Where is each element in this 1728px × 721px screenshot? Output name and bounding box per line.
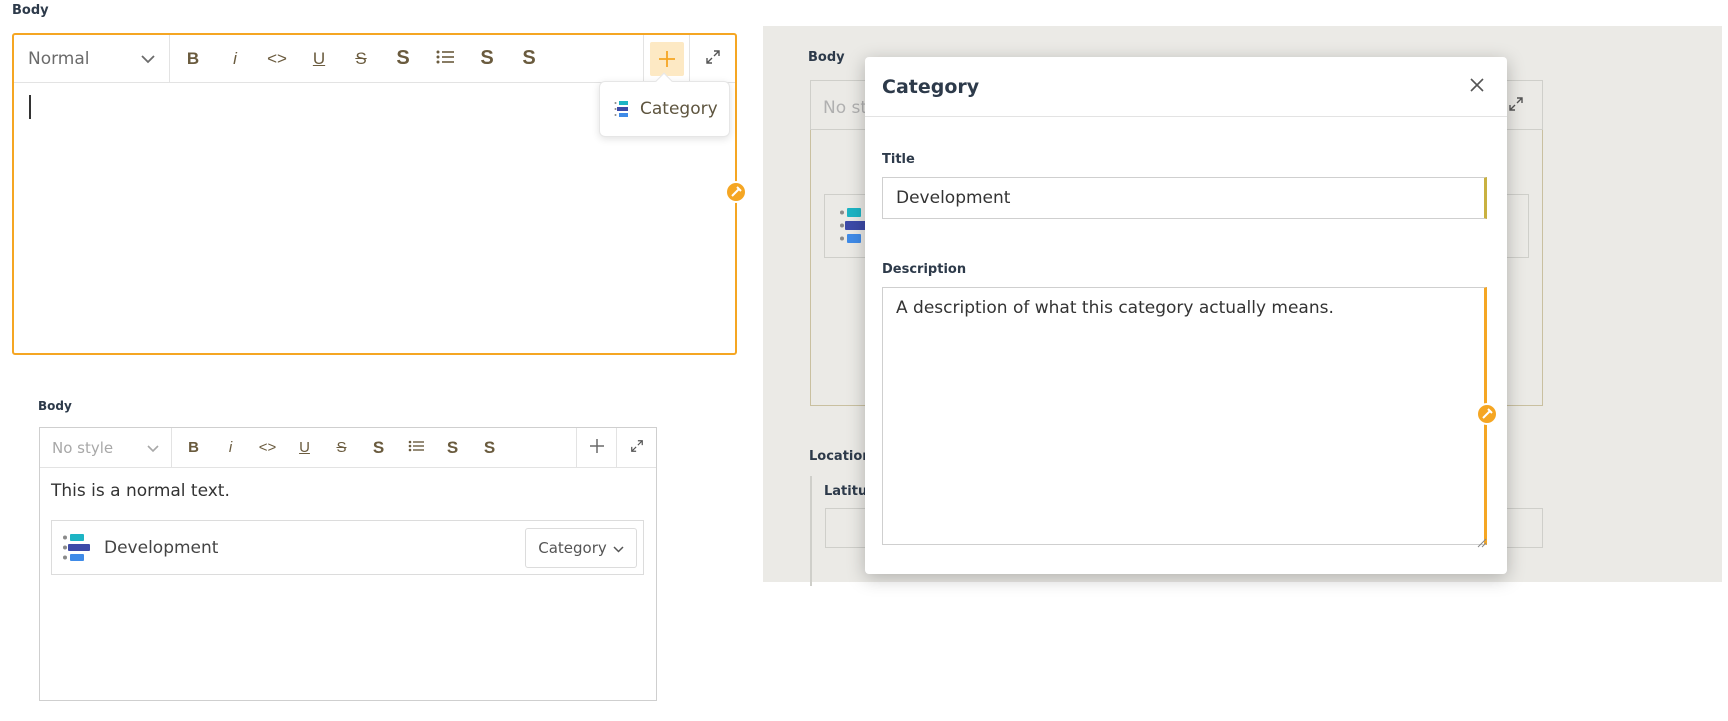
category-dropdown-label: Category	[538, 539, 607, 557]
title-field-label: Title	[882, 152, 915, 167]
bg-expand-icon	[1508, 96, 1524, 116]
category-icon	[62, 532, 92, 564]
description-textarea[interactable]: A description of what this category actu…	[882, 287, 1487, 545]
editor2-label: Body	[38, 399, 72, 413]
editor1-label: Body	[12, 3, 49, 18]
modal-header: Category	[865, 57, 1507, 117]
expand-icon	[630, 439, 644, 457]
pencil-icon	[1482, 408, 1493, 419]
bold-button[interactable]: B	[172, 35, 214, 83]
insert-popover: Category	[599, 72, 730, 137]
textarea-grip-icon[interactable]	[1477, 533, 1487, 552]
italic-button[interactable]: i	[212, 428, 249, 468]
category-icon	[614, 100, 630, 118]
style-select-placeholder: No style	[52, 438, 114, 457]
bullet-list-button[interactable]	[397, 428, 434, 468]
close-button[interactable]	[1465, 73, 1489, 97]
code-button[interactable]: <>	[249, 428, 286, 468]
bullet-list-button[interactable]	[424, 35, 466, 83]
plus-icon	[649, 42, 684, 76]
category-name: Development	[104, 537, 219, 558]
style-s-button-2[interactable]: S	[466, 35, 508, 83]
style-select[interactable]: No style	[40, 428, 172, 467]
chevron-down-icon	[613, 539, 624, 557]
bullet-list-icon	[436, 49, 454, 69]
rich-text-editor[interactable]: No style B i <> U S S S S This is a norm…	[39, 427, 657, 701]
chevron-down-icon	[147, 439, 159, 457]
pencil-icon	[731, 186, 742, 197]
code-button[interactable]: <>	[256, 35, 298, 83]
strikethrough-button[interactable]: S	[340, 35, 382, 83]
strikethrough-button[interactable]: S	[323, 428, 360, 468]
bg-body-label: Body	[808, 50, 845, 65]
expand-icon	[705, 49, 721, 70]
style-s-button-3[interactable]: S	[471, 428, 508, 468]
plus-icon	[589, 438, 605, 458]
bullet-list-icon	[408, 439, 424, 456]
bg-latitude-label: Latitu	[824, 484, 868, 499]
category-modal: Category Title Development Description A…	[865, 57, 1507, 574]
popover-item-category[interactable]: Category	[640, 99, 718, 119]
underline-button[interactable]: U	[286, 428, 323, 468]
category-block[interactable]: Development Category	[51, 520, 644, 575]
style-s-button-1[interactable]: S	[382, 35, 424, 83]
editor-toolbar: No style B i <> U S S S S	[40, 428, 656, 468]
close-icon	[1470, 78, 1484, 92]
text-cursor	[29, 95, 31, 119]
insert-button[interactable]	[576, 428, 616, 468]
editor-toolbar: Normal B i <> U S S S S	[14, 35, 735, 83]
fullscreen-button[interactable]	[689, 35, 735, 83]
category-dropdown[interactable]: Category	[525, 528, 637, 568]
bg-style-placeholder: No st	[823, 98, 868, 118]
bold-button[interactable]: B	[175, 428, 212, 468]
bg-location-label: Location	[809, 449, 872, 464]
underline-button[interactable]: U	[298, 35, 340, 83]
style-select[interactable]: Normal	[14, 35, 170, 82]
toolbar-right-group	[576, 428, 656, 468]
title-input[interactable]: Development	[882, 177, 1487, 219]
paragraph-text: This is a normal text.	[51, 481, 230, 501]
toolbar-right-group	[643, 35, 735, 83]
resize-handle[interactable]	[1476, 403, 1498, 425]
style-s-button-1[interactable]: S	[360, 428, 397, 468]
italic-button[interactable]: i	[214, 35, 256, 83]
style-s-button-3[interactable]: S	[508, 35, 550, 83]
fullscreen-button[interactable]	[616, 428, 656, 468]
style-s-button-2[interactable]: S	[434, 428, 471, 468]
chevron-down-icon	[141, 49, 155, 69]
modal-title: Category	[882, 76, 980, 98]
resize-handle[interactable]	[725, 181, 747, 203]
style-select-value: Normal	[28, 48, 90, 69]
description-field-label: Description	[882, 262, 967, 277]
